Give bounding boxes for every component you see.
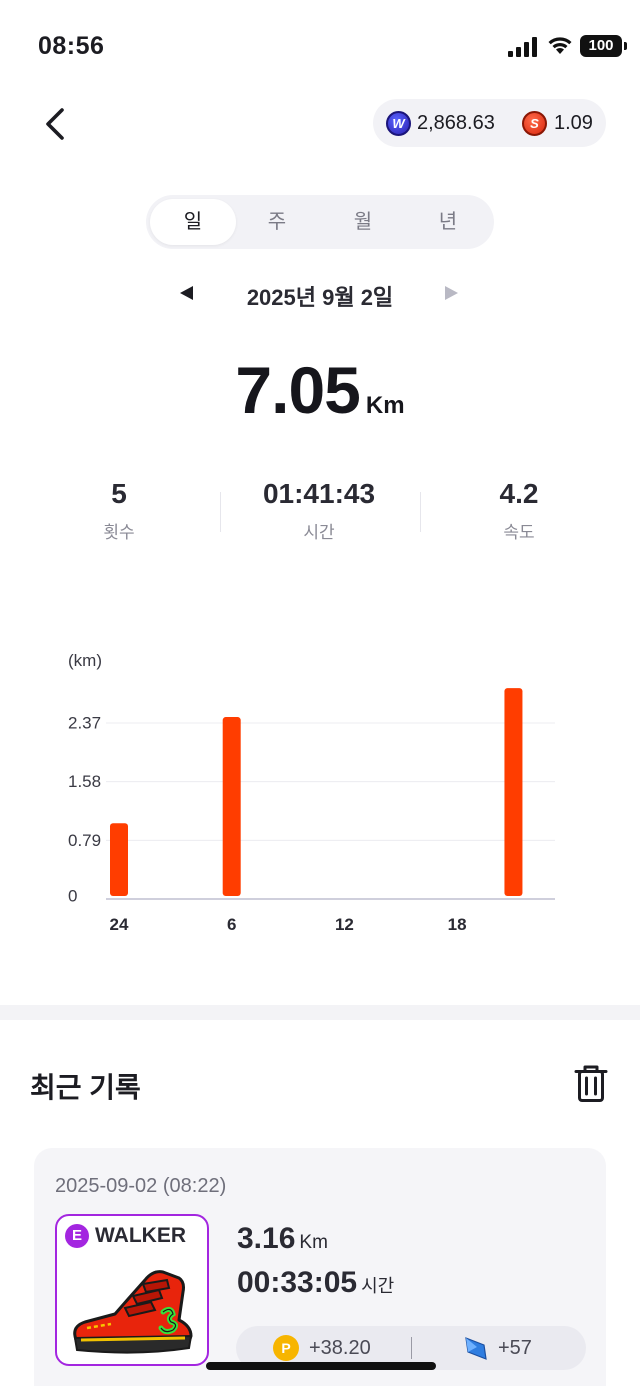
trash-icon[interactable] — [574, 1065, 608, 1103]
reward-divider — [411, 1337, 412, 1359]
bar-chart: (km) 0 0.79 1.58 2.37 24 6 12 18 — [68, 651, 555, 934]
chart-bar — [504, 688, 523, 896]
stat-speed: 4.2 속도 — [419, 478, 619, 543]
w-token-coin-icon: W — [386, 111, 411, 136]
record-card[interactable]: 2025-09-02 (08:22) E WALKER 3.16 Km 00:33… — [34, 1148, 606, 1386]
record-distance: 3.16 Km — [237, 1222, 328, 1256]
x-tick-label: 6 — [227, 915, 236, 934]
battery-icon: 100 — [580, 35, 627, 57]
y-tick-label: 0.79 — [68, 831, 101, 850]
record-distance-unit: Km — [299, 1232, 328, 1253]
stat-count-value: 5 — [111, 478, 127, 509]
shoe-type-label: WALKER — [95, 1224, 186, 1247]
wallet-balance[interactable]: W 2,868.63 S 1.09 — [373, 99, 606, 147]
tab-month[interactable]: 월 — [320, 199, 406, 245]
shoe-card[interactable]: E WALKER — [55, 1214, 209, 1366]
y-axis-label: (km) — [68, 651, 102, 670]
section-divider — [0, 1005, 640, 1020]
wifi-icon — [548, 37, 572, 54]
x-tick-label: 18 — [448, 915, 467, 934]
total-distance-value: 7.05 — [235, 353, 360, 427]
stat-time-label: 시간 — [303, 523, 335, 542]
record-duration-unit: 시간 — [361, 1276, 395, 1296]
shoe-grade-badge: E — [65, 1224, 89, 1248]
period-tabs: 일 주 월 년 — [146, 195, 494, 249]
stats-row: 5 횟수 01:41:43 시간 4.2 속도 — [0, 478, 640, 550]
recent-records-title: 최근 기록 — [30, 1072, 141, 1103]
record-datetime: 2025-09-02 (08:22) — [55, 1175, 227, 1197]
tab-day[interactable]: 일 — [150, 199, 236, 245]
x-tick-label: 24 — [110, 915, 129, 934]
home-indicator — [206, 1362, 436, 1370]
cellular-signal-icon — [508, 37, 537, 57]
date-navigator: 2025년 9월 2일 — [0, 276, 640, 312]
x-tick-label: 12 — [335, 915, 354, 934]
record-distance-value: 3.16 — [237, 1222, 296, 1255]
s-token-coin-icon: S — [522, 111, 547, 136]
chart-bar — [110, 823, 128, 896]
s-token-balance: 1.09 — [554, 112, 593, 134]
stat-time: 01:41:43 시간 — [219, 478, 419, 543]
w-token-balance: 2,868.63 — [417, 112, 495, 134]
previous-date-button[interactable] — [180, 286, 193, 300]
y-tick-label: 0 — [68, 886, 77, 905]
back-button[interactable] — [38, 104, 74, 144]
map-tile-icon — [465, 1337, 487, 1360]
status-time: 08:56 — [38, 32, 105, 60]
stat-count: 5 횟수 — [19, 478, 219, 543]
date-label: 2025년 9월 2일 — [246, 285, 394, 310]
point-coin-icon: P — [273, 1335, 299, 1361]
tab-week[interactable]: 주 — [234, 199, 320, 245]
next-date-button[interactable] — [445, 286, 458, 300]
stat-count-label: 횟수 — [103, 523, 135, 542]
record-duration-value: 00:33:05 — [237, 1266, 358, 1299]
stat-time-value: 01:41:43 — [262, 478, 376, 509]
total-distance-unit: Km — [365, 392, 405, 419]
chart-bar — [222, 717, 241, 896]
sneaker-image — [73, 1270, 193, 1354]
y-tick-label: 2.37 — [68, 713, 101, 732]
reward-map-value: +57 — [498, 1337, 532, 1359]
stat-speed-value: 4.2 — [499, 478, 539, 509]
y-tick-label: 1.58 — [68, 772, 101, 791]
stat-speed-label: 속도 — [503, 523, 535, 542]
hourly-distance-chart: (km) 0 0.79 1.58 2.37 24 6 12 18 — [0, 640, 640, 950]
tab-year[interactable]: 년 — [405, 199, 491, 245]
reward-points: +38.20 — [309, 1337, 371, 1359]
total-distance: 7.05 Km — [0, 352, 640, 428]
status-bar: 08:56 100 — [0, 0, 640, 92]
record-duration: 00:33:05 시간 — [237, 1266, 394, 1300]
